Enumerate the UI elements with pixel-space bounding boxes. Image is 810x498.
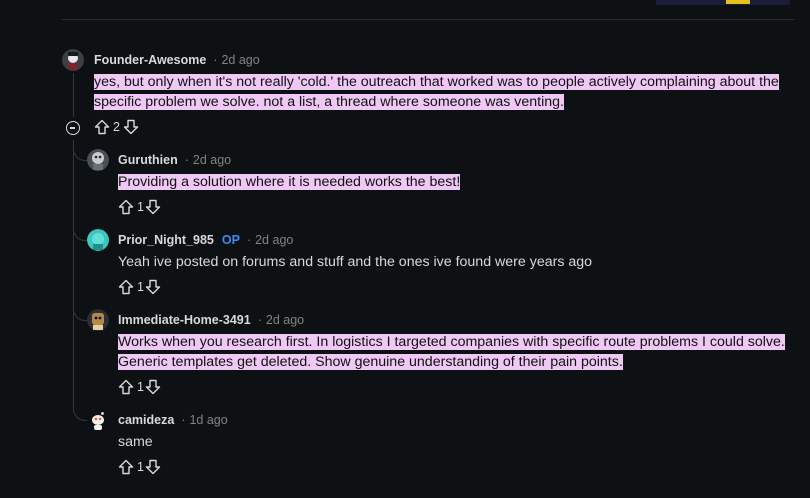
upvote-button[interactable] (118, 459, 134, 475)
arrow-down-outline-icon (145, 459, 161, 475)
upvote-button[interactable] (118, 379, 134, 395)
vote-bar: 1 (118, 279, 161, 295)
vote-count: 1 (137, 280, 144, 294)
thread-line-root (73, 73, 74, 117)
collapse-thread-button[interactable] (66, 121, 80, 135)
author-name[interactable]: Founder-Awesome (94, 53, 206, 67)
downvote-button[interactable] (145, 279, 161, 295)
avatar[interactable] (87, 309, 109, 331)
thread-elbow (73, 140, 88, 161)
thread-elbow (73, 300, 88, 321)
timestamp[interactable]: 1d ago (189, 413, 227, 427)
upvote-button[interactable] (118, 279, 134, 295)
author-name[interactable]: Guruthien (118, 153, 178, 167)
arrow-down-outline-icon (123, 119, 139, 135)
vote-count: 1 (137, 460, 144, 474)
comment-body: same (118, 432, 794, 452)
comment-body: yes, but only when it's not really 'cold… (94, 72, 794, 112)
comment-body: Works when you research first. In logist… (118, 332, 794, 372)
separator-dot: · (181, 413, 186, 427)
timestamp[interactable]: 2d ago (266, 313, 304, 327)
op-badge: OP (221, 233, 240, 247)
top-banner-fragment (656, 0, 790, 5)
avatar-image (87, 229, 109, 251)
arrow-down-outline-icon (145, 199, 161, 215)
separator-dot: · (257, 313, 262, 327)
arrow-up-outline-icon (118, 199, 134, 215)
downvote-button[interactable] (123, 119, 139, 135)
comment-meta: Immediate-Home-3491 · 2d ago (118, 311, 304, 329)
author-name[interactable]: camideza (118, 413, 174, 427)
comment-meta: camideza · 1d ago (118, 411, 228, 429)
avatar-image (87, 309, 109, 331)
author-name[interactable]: Immediate-Home-3491 (118, 313, 251, 327)
downvote-button[interactable] (145, 379, 161, 395)
avatar-image (62, 49, 84, 71)
comment-text: Yeah ive posted on forums and stuff and … (118, 254, 593, 270)
downvote-button[interactable] (145, 199, 161, 215)
comment-meta: Prior_Night_985 OP · 2d ago (118, 231, 293, 249)
avatar[interactable] (87, 409, 109, 431)
arrow-up-outline-icon (94, 119, 110, 135)
timestamp[interactable]: 2d ago (193, 153, 231, 167)
arrow-up-outline-icon (118, 459, 134, 475)
upvote-button[interactable] (94, 119, 110, 135)
vote-count: 2 (113, 120, 120, 134)
separator-dot: · (184, 153, 189, 167)
downvote-button[interactable] (145, 459, 161, 475)
arrow-up-outline-icon (118, 279, 134, 295)
avatar-image (87, 409, 109, 431)
arrow-down-outline-icon (145, 379, 161, 395)
thread-elbow (73, 220, 88, 241)
avatar[interactable] (87, 149, 109, 171)
avatar[interactable] (87, 229, 109, 251)
timestamp[interactable]: 2d ago (221, 53, 259, 67)
comment-meta: Guruthien · 2d ago (118, 151, 231, 169)
separator-dot: · (213, 53, 218, 67)
comment-text: same (118, 434, 153, 450)
comment-text: yes, but only when it's not really 'cold… (94, 74, 779, 110)
thread-line-replies (73, 140, 74, 388)
upvote-button[interactable] (118, 199, 134, 215)
separator-dot: · (246, 233, 252, 247)
author-name[interactable]: Prior_Night_985 (118, 233, 214, 247)
comment-meta: Founder-Awesome · 2d ago (94, 51, 260, 69)
comment-text: Providing a solution where it is needed … (118, 174, 461, 190)
comment-text: Works when you research first. In logist… (118, 334, 785, 370)
avatar[interactable] (62, 49, 84, 71)
avatar-image (87, 149, 109, 171)
timestamp[interactable]: 2d ago (255, 233, 293, 247)
arrow-down-outline-icon (145, 279, 161, 295)
vote-bar: 1 (118, 199, 161, 215)
vote-count: 1 (137, 200, 144, 214)
vote-bar: 1 (118, 459, 161, 475)
thread-elbow (73, 388, 88, 421)
arrow-up-outline-icon (118, 379, 134, 395)
vote-bar: 1 (118, 379, 161, 395)
vote-bar: 2 (94, 119, 139, 135)
comment-body: Yeah ive posted on forums and stuff and … (118, 252, 794, 272)
comment-body: Providing a solution where it is needed … (118, 172, 794, 192)
top-divider (62, 19, 794, 20)
vote-count: 1 (137, 380, 144, 394)
